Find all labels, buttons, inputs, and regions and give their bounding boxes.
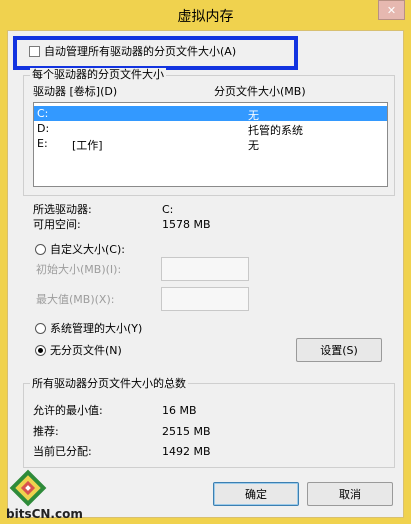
recommended-label: 推荐: [33,425,59,438]
initial-size-label: 初始大小(MB)(I): [36,263,122,276]
recommended-value: 2515 MB [162,425,211,438]
list-item[interactable]: E: [工作] 无 [34,136,387,152]
column-header-size: 分页文件大小(MB) [214,85,306,98]
set-button[interactable]: 设置(S) [296,338,382,362]
selected-drive-label: 所选驱动器: [33,203,92,216]
auto-manage-checkbox[interactable] [29,46,40,57]
no-paging-file-radio[interactable] [35,345,46,356]
title-bar: 虚拟内存 ✕ [0,0,411,30]
drive-letter: D: [37,122,50,135]
initial-size-input[interactable] [161,257,249,281]
custom-size-radio[interactable] [35,244,46,255]
auto-manage-label[interactable]: 自动管理所有驱动器的分页文件大小(A) [44,45,236,59]
max-size-label: 最大值(MB)(X): [36,293,115,306]
totals-group-title: 所有驱动器分页文件大小的总数 [30,377,188,391]
system-managed-radio[interactable] [35,323,46,334]
drive-size: 无 [248,139,259,152]
column-header-drive: 驱动器 [卷标](D) [33,85,118,98]
drive-list[interactable]: C: 无 D: 托管的系统 E: [工作] 无 [33,102,388,187]
list-item[interactable]: D: 托管的系统 [34,121,387,137]
free-space-label: 可用空间: [33,218,81,231]
drive-group-title: 每个驱动器的分页文件大小 [30,68,166,82]
close-icon: ✕ [386,3,397,17]
selected-drive-value: C: [162,203,174,216]
free-space-value: 1578 MB [162,218,211,231]
drive-letter: E: [37,137,48,150]
drive-label: [工作] [72,139,103,152]
cancel-button-label: 取消 [339,488,361,501]
ok-button[interactable]: 确定 [213,482,299,506]
no-paging-file-label[interactable]: 无分页文件(N) [50,344,122,358]
set-button-label: 设置(S) [320,344,358,357]
min-allowed-value: 16 MB [162,404,197,417]
max-size-input[interactable] [161,287,249,311]
currently-allocated-value: 1492 MB [162,445,211,458]
list-item[interactable]: C: 无 [34,106,387,122]
watermark-text: bitsCN.com [6,507,83,521]
close-button[interactable]: ✕ [378,0,405,20]
currently-allocated-label: 当前已分配: [33,445,92,458]
drive-letter: C: [37,107,49,120]
ok-button-label: 确定 [245,488,267,501]
custom-size-label[interactable]: 自定义大小(C): [50,243,125,257]
window-title: 虚拟内存 [177,9,234,25]
system-managed-label[interactable]: 系统管理的大小(Y) [50,322,142,336]
cancel-button[interactable]: 取消 [307,482,393,506]
min-allowed-label: 允许的最小值: [33,404,103,417]
